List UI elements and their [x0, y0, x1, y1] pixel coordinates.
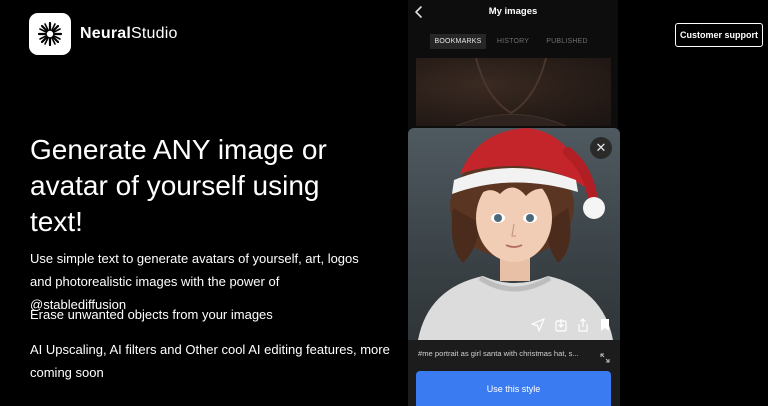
bookmark-icon[interactable] [598, 318, 612, 332]
share-icon[interactable] [576, 318, 590, 332]
tab-history[interactable]: HISTORY [486, 34, 540, 49]
tab-bookmarks[interactable]: BOOKMARKS [430, 34, 486, 49]
tab-published[interactable]: PUBLISHED [540, 34, 594, 49]
back-chevron-icon[interactable] [412, 4, 426, 20]
feature-text-erase: Erase unwanted objects from your images [30, 307, 273, 322]
image-tabs: BOOKMARKS HISTORY PUBLISHED [430, 34, 594, 49]
customer-support-button[interactable]: Customer support [675, 23, 763, 47]
image-preview-modal [408, 128, 620, 406]
download-icon[interactable] [554, 318, 568, 332]
feature-text-upscaling: AI Upscaling, AI filters and Other cool … [30, 342, 390, 380]
expand-icon[interactable] [600, 350, 610, 363]
prompt-text: #me portrait as girl santa with christma… [418, 349, 579, 358]
screen-title: My images [488, 6, 538, 17]
brand-name: NeuralStudio [80, 25, 178, 42]
previous-image-thumbnail[interactable] [416, 57, 611, 127]
hero-title: Generate ANY image or avatar of yourself… [30, 134, 327, 237]
close-icon[interactable]: ✕ [590, 137, 612, 159]
use-this-style-button[interactable]: Use this style [416, 371, 611, 406]
snowflake-logo-icon [29, 13, 71, 55]
send-icon[interactable] [531, 318, 545, 332]
generated-portrait-image [408, 128, 620, 340]
brand[interactable]: NeuralStudio [29, 13, 178, 55]
